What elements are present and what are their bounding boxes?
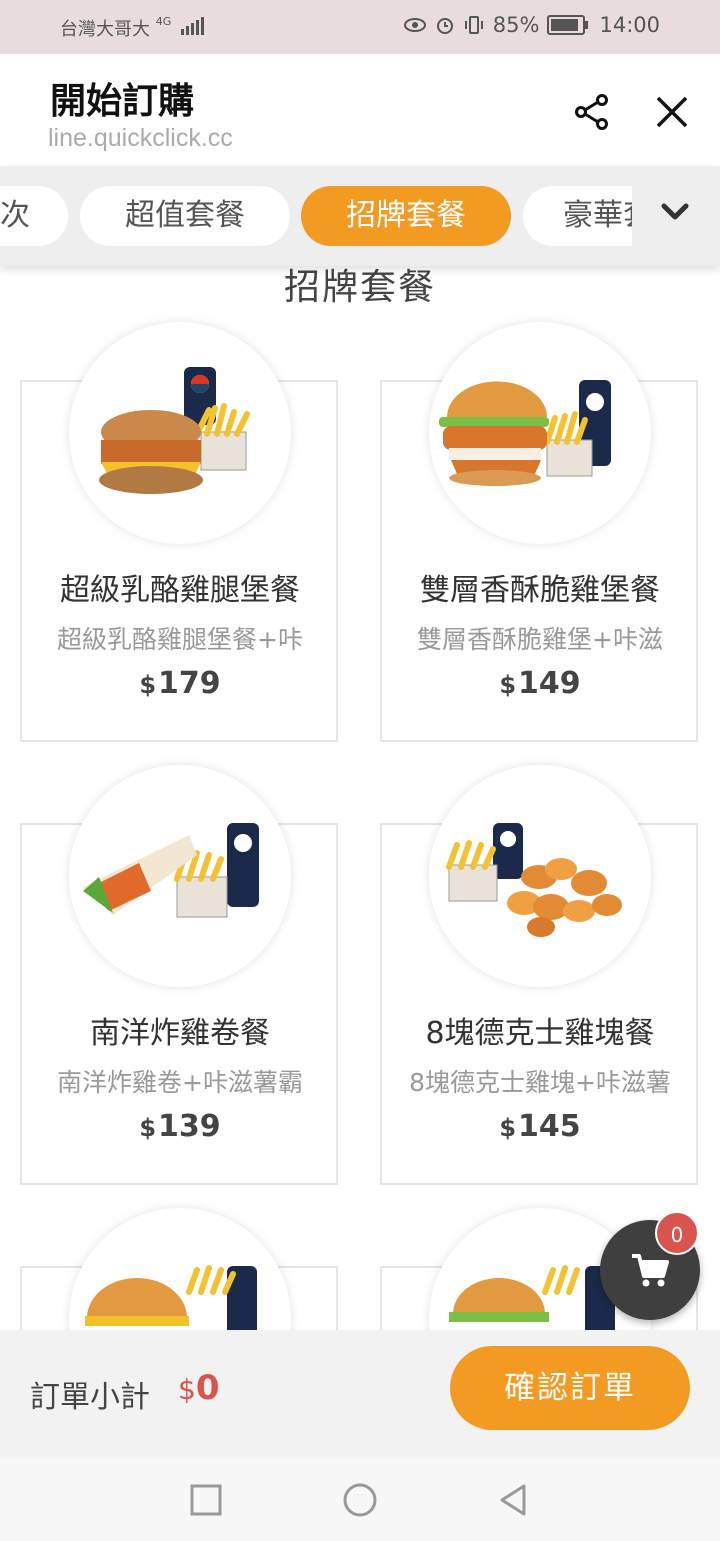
order-bar: 訂單小計 $0 確認訂單: [0, 1330, 720, 1458]
tab-signature-meals[interactable]: 招牌套餐: [301, 186, 511, 246]
product-price: $139: [22, 1109, 338, 1144]
product-image: [69, 765, 291, 987]
subtotal-amount: 0: [195, 1368, 220, 1408]
network-type: 4G: [155, 15, 172, 28]
carrier-name: 台灣大哥大: [60, 19, 150, 40]
product-description: 8塊德克士雞塊+咔滋薯: [409, 1068, 671, 1097]
product-card[interactable]: 南洋炸雞卷餐 南洋炸雞卷+咔滋薯霸 $139: [20, 765, 338, 1185]
tab-previous[interactable]: 次: [0, 186, 68, 246]
chevron-down-icon: [661, 203, 689, 220]
subtotal-label: 訂單小計: [30, 1380, 150, 1415]
product-name: 雙層香酥脆雞堡餐: [420, 573, 660, 608]
status-right: 85% 14:00: [403, 13, 660, 37]
tabs-dropdown[interactable]: [632, 166, 720, 266]
product-card[interactable]: 超級乳酪雞腿堡餐 超級乳酪雞腿堡餐+咔 $179: [20, 322, 338, 742]
page-title: 開始訂購: [50, 81, 195, 122]
cart-icon: [632, 1254, 669, 1287]
share-icon[interactable]: [572, 92, 612, 132]
page-url: line.quickclick.cc: [48, 124, 233, 152]
currency-symbol: $: [499, 671, 517, 699]
subtotal-value: $0: [178, 1368, 220, 1408]
product-image: [429, 765, 651, 987]
close-icon[interactable]: [652, 92, 692, 132]
product-card[interactable]: 雙層香酥脆雞堡餐 雙層香酥脆雞堡+咔滋 $149: [380, 322, 698, 742]
product-image: [69, 322, 291, 544]
product-image: [429, 322, 651, 544]
confirm-order-button[interactable]: 確認訂單: [450, 1346, 690, 1430]
signal-icon: [181, 17, 204, 35]
product-price: $179: [22, 666, 338, 701]
currency-symbol: $: [139, 1114, 157, 1142]
category-tabs: 次 超值套餐 招牌套餐 豪華套餐: [0, 166, 720, 266]
product-description: 超級乳酪雞腿堡餐+咔: [57, 625, 303, 654]
status-bar: 台灣大哥大 4G 85% 14:00: [0, 0, 720, 54]
product-description: 南洋炸雞卷+咔滋薯霸: [57, 1068, 303, 1097]
carrier-group: 台灣大哥大 4G: [60, 15, 204, 41]
home-icon[interactable]: [342, 1482, 378, 1518]
price-value: 145: [518, 1109, 581, 1144]
vibrate-icon: [464, 16, 483, 34]
currency-symbol: $: [499, 1114, 517, 1142]
product-name: 南洋炸雞卷餐: [90, 1016, 270, 1051]
alarm-icon: [436, 18, 453, 34]
system-nav-bar: [0, 1458, 720, 1541]
product-price: $145: [382, 1109, 698, 1144]
price-value: 139: [158, 1109, 221, 1144]
currency-symbol: $: [139, 671, 157, 699]
page-header: 開始訂購 line.quickclick.cc: [0, 54, 720, 166]
price-value: 179: [158, 666, 221, 701]
tab-value-meals[interactable]: 超值套餐: [80, 186, 290, 246]
clock: 14:00: [599, 13, 660, 37]
back-icon[interactable]: [496, 1482, 532, 1518]
cart-count-badge: 0: [655, 1211, 699, 1255]
product-name: 超級乳酪雞腿堡餐: [60, 573, 300, 608]
battery-icon: [547, 15, 589, 35]
recents-icon[interactable]: [188, 1482, 224, 1518]
product-name: 8塊德克士雞塊餐: [425, 1016, 655, 1051]
product-price: $149: [382, 666, 698, 701]
currency-symbol: $: [178, 1373, 196, 1406]
product-card[interactable]: 8塊德克士雞塊餐 8塊德克士雞塊+咔滋薯 $145: [380, 765, 698, 1185]
product-description: 雙層香酥脆雞堡+咔滋: [417, 625, 663, 654]
eye-icon: [403, 18, 426, 32]
battery-percent: 85%: [492, 13, 540, 37]
price-value: 149: [518, 666, 581, 701]
